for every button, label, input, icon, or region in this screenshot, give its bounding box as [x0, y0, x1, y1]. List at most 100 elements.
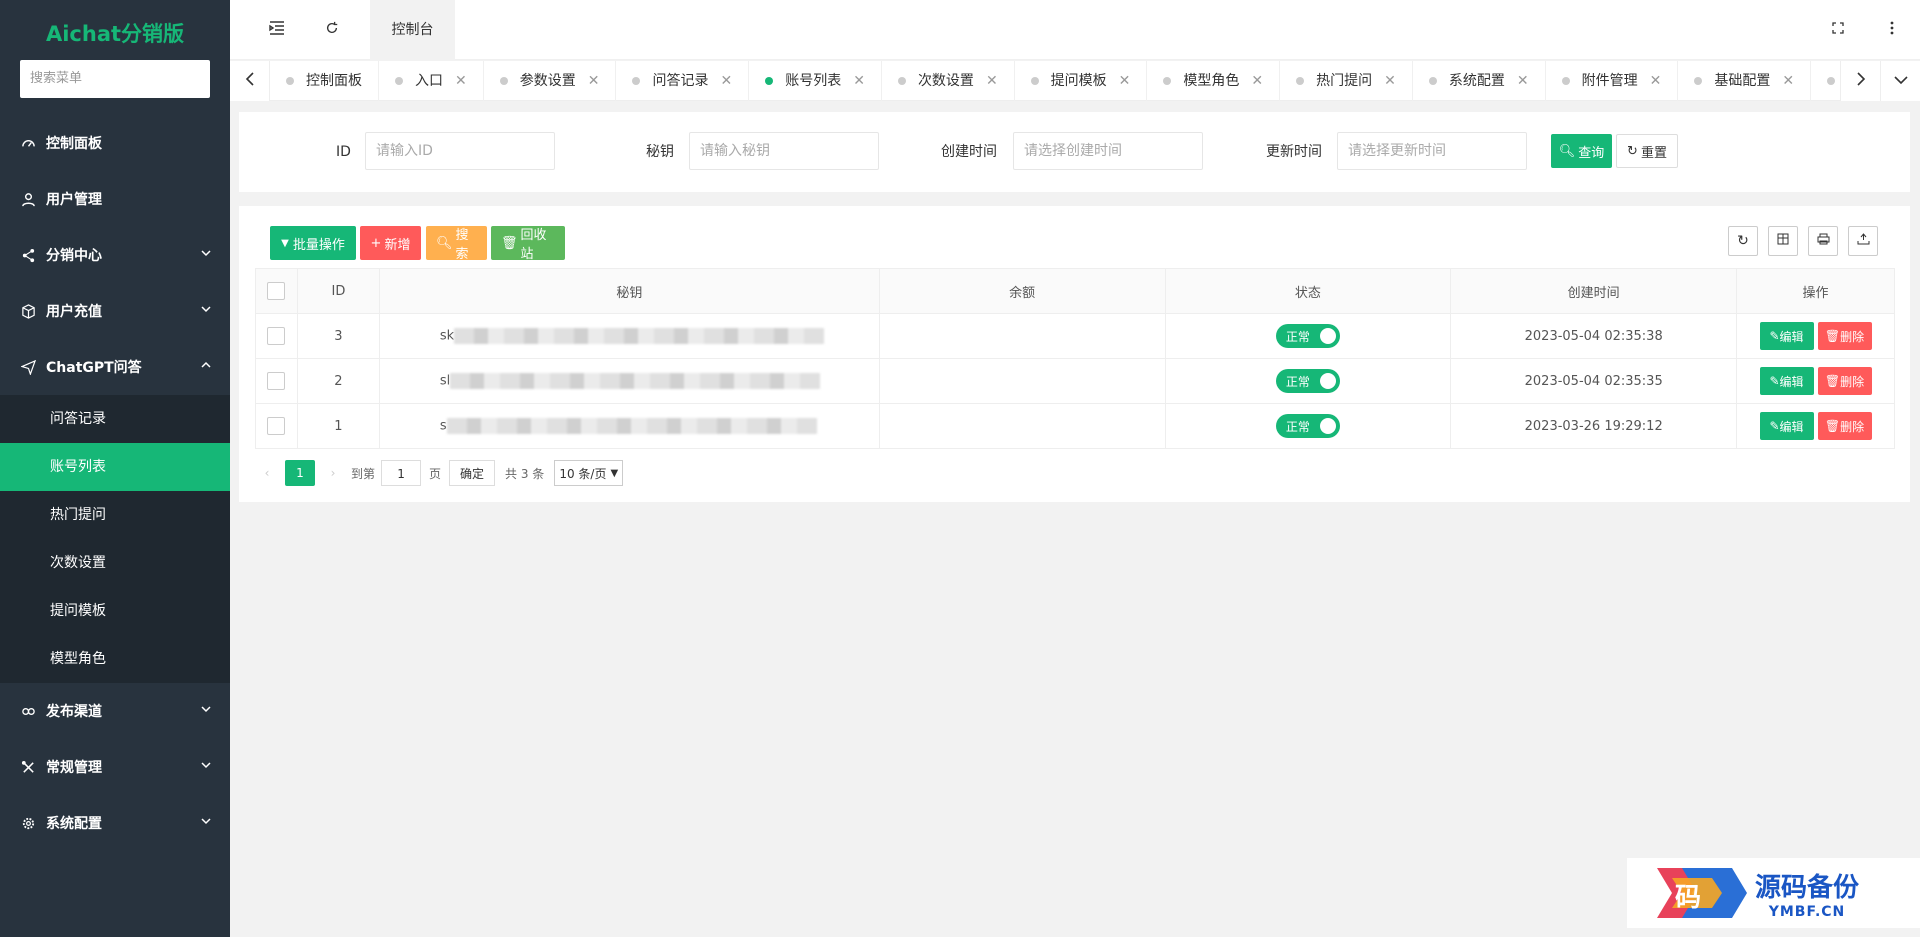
sidebar-subitem-account-list[interactable]: 账号列表	[0, 443, 230, 491]
watermark-glyph: 码	[1675, 883, 1702, 913]
tabs-prev-button[interactable]	[230, 61, 270, 101]
row-select-cell[interactable]	[255, 358, 298, 404]
sidebar-item-distribution[interactable]: 分销中心	[0, 227, 230, 283]
goto-page-input[interactable]: 1	[381, 460, 422, 486]
key-prefix: sk	[439, 328, 455, 344]
prev-page-icon[interactable]: ‹	[255, 466, 279, 480]
more-button[interactable]	[1867, 0, 1917, 60]
add-button[interactable]: + 新增	[360, 226, 421, 260]
tab-model-roles[interactable]: 模型角色 ✕	[1147, 61, 1281, 101]
filter-panel: ID 请输入ID 秘钥 请输入秘钥 创建时间 请选择创建时间 更新时间 请选择更…	[239, 112, 1910, 192]
edit-button[interactable]: ✎ 编辑	[1759, 367, 1814, 395]
close-icon[interactable]: ✕	[720, 73, 732, 89]
tab-attachments[interactable]: 附件管理 ✕	[1546, 61, 1679, 101]
export-button[interactable]	[1848, 226, 1878, 256]
row-checkbox[interactable]	[267, 327, 286, 345]
tab-count-settings[interactable]: 次数设置 ✕	[882, 61, 1015, 101]
updated-time-input[interactable]: 请选择更新时间	[1337, 132, 1527, 170]
tab-question-templates[interactable]: 提问模板 ✕	[1015, 61, 1148, 101]
row-select-cell[interactable]	[255, 313, 298, 359]
sidebar-menu: 控制面板 用户管理 分销中心 用户充值 ChatGPT问答 问答记录 账号列表 …	[0, 115, 230, 851]
tab-entry[interactable]: 入口 ✕	[379, 61, 484, 101]
tab-label: 次数设置	[917, 73, 974, 89]
close-icon[interactable]: ✕	[455, 73, 467, 89]
table-refresh-button[interactable]: ↻	[1728, 226, 1758, 256]
trash-icon: 🗑︎	[1824, 419, 1841, 433]
delete-button[interactable]: 🗑︎ 删除	[1817, 367, 1872, 395]
status-toggle[interactable]: 正常	[1275, 324, 1340, 348]
close-icon[interactable]: ✕	[853, 73, 865, 89]
row-select-cell[interactable]	[255, 403, 298, 449]
search-button[interactable]: 🔍︎ 搜索	[426, 226, 487, 262]
reset-button[interactable]: ↻ 重置	[1616, 134, 1678, 168]
edit-button[interactable]: ✎ 编辑	[1759, 412, 1814, 440]
close-icon[interactable]: ✕	[1650, 73, 1662, 89]
sidebar-item-system-config[interactable]: 系统配置	[0, 795, 230, 851]
collapse-menu-button[interactable]	[252, 0, 302, 60]
console-tab[interactable]: 控制台	[370, 0, 455, 60]
chevron-down-icon	[200, 815, 212, 831]
tab-dot	[1296, 77, 1305, 85]
sidebar-subitem-question-templates[interactable]: 提问模板	[0, 587, 230, 635]
tab-system-config[interactable]: 系统配置 ✕	[1413, 61, 1546, 101]
sidebar: Aichat分销版 搜索菜单 控制面板 用户管理 分销中心 用户充值 ChatG…	[0, 0, 230, 937]
close-icon[interactable]: ✕	[1517, 73, 1529, 89]
close-icon[interactable]: ✕	[1251, 73, 1263, 89]
status-toggle[interactable]: 正常	[1275, 369, 1340, 393]
tabs-next-button[interactable]	[1840, 61, 1880, 101]
goto-confirm-button[interactable]: 确定	[449, 460, 496, 486]
delete-button[interactable]: 🗑︎ 删除	[1817, 412, 1872, 440]
page-1-button[interactable]: 1	[285, 460, 315, 486]
close-icon[interactable]: ✕	[588, 73, 600, 89]
close-icon[interactable]: ✕	[1384, 73, 1396, 89]
tab-params[interactable]: 参数设置 ✕	[484, 61, 617, 101]
close-icon[interactable]: ✕	[1119, 73, 1131, 89]
sidebar-item-general[interactable]: 常规管理	[0, 739, 230, 795]
tab-dashboard[interactable]: 控制面板	[270, 61, 379, 101]
close-icon[interactable]: ✕	[986, 73, 998, 89]
sidebar-subitem-hot-questions[interactable]: 热门提问	[0, 491, 230, 539]
key-input[interactable]: 请输入秘钥	[689, 132, 879, 170]
sidebar-item-dashboard[interactable]: 控制面板	[0, 115, 230, 171]
select-all-checkbox[interactable]	[267, 282, 286, 300]
row-checkbox[interactable]	[267, 417, 286, 435]
delete-button[interactable]: 🗑︎ 删除	[1817, 322, 1872, 350]
sidebar-subitem-model-roles[interactable]: 模型角色	[0, 635, 230, 683]
table-header-row: ID 秘钥 余额 状态 创建时间 操作	[255, 268, 1895, 314]
recycle-bin-button[interactable]: 🗑︎ 回收站	[491, 226, 565, 262]
batch-operation-button[interactable]: ▼ 批量操作	[270, 226, 356, 260]
query-button[interactable]: 🔍︎ 查询	[1551, 134, 1612, 168]
sidebar-item-users[interactable]: 用户管理	[0, 171, 230, 227]
menu-search-input[interactable]: 搜索菜单	[20, 60, 210, 98]
sidebar-item-channels[interactable]: 发布渠道	[0, 683, 230, 739]
tab-hot-questions[interactable]: 热门提问 ✕	[1280, 61, 1413, 101]
row-checkbox[interactable]	[267, 372, 286, 390]
col-header-status: 状态	[1164, 268, 1452, 314]
next-page-icon[interactable]: ›	[321, 466, 345, 480]
print-button[interactable]	[1808, 226, 1838, 256]
column-filter-button[interactable]	[1768, 226, 1798, 256]
id-input[interactable]: 请输入ID	[365, 132, 555, 170]
table-row: 3 sk 正常 2023-05-04 02:35:38 ✎ 编辑 🗑︎ 删除	[255, 313, 1895, 359]
more-vertical-icon	[1890, 21, 1894, 39]
fullscreen-button[interactable]	[1813, 0, 1863, 60]
toggle-knob	[1319, 373, 1336, 389]
select-all-cell[interactable]	[255, 268, 298, 314]
close-icon[interactable]: ✕	[1782, 73, 1794, 89]
tab-recharge[interactable]: 充	[1811, 61, 1840, 101]
sidebar-subitem-qa-records[interactable]: 问答记录	[0, 395, 230, 443]
sidebar-item-recharge[interactable]: 用户充值	[0, 283, 230, 339]
edit-button[interactable]: ✎ 编辑	[1759, 322, 1814, 350]
tabs-dropdown-button[interactable]	[1880, 61, 1920, 101]
created-time-input[interactable]: 请选择创建时间	[1013, 132, 1203, 170]
key-prefix: sl	[439, 373, 451, 389]
col-header-actions: 操作	[1736, 268, 1895, 314]
refresh-button[interactable]	[307, 0, 357, 60]
tab-account-list[interactable]: 账号列表 ✕	[749, 61, 882, 101]
tab-basic-config[interactable]: 基础配置 ✕	[1678, 61, 1812, 101]
status-toggle[interactable]: 正常	[1275, 414, 1340, 438]
sidebar-item-chatgpt[interactable]: ChatGPT问答	[0, 339, 230, 395]
page-size-select[interactable]: 10 条/页 ▼	[554, 460, 624, 486]
sidebar-subitem-count-settings[interactable]: 次数设置	[0, 539, 230, 587]
tab-qa-records[interactable]: 问答记录 ✕	[616, 61, 750, 101]
